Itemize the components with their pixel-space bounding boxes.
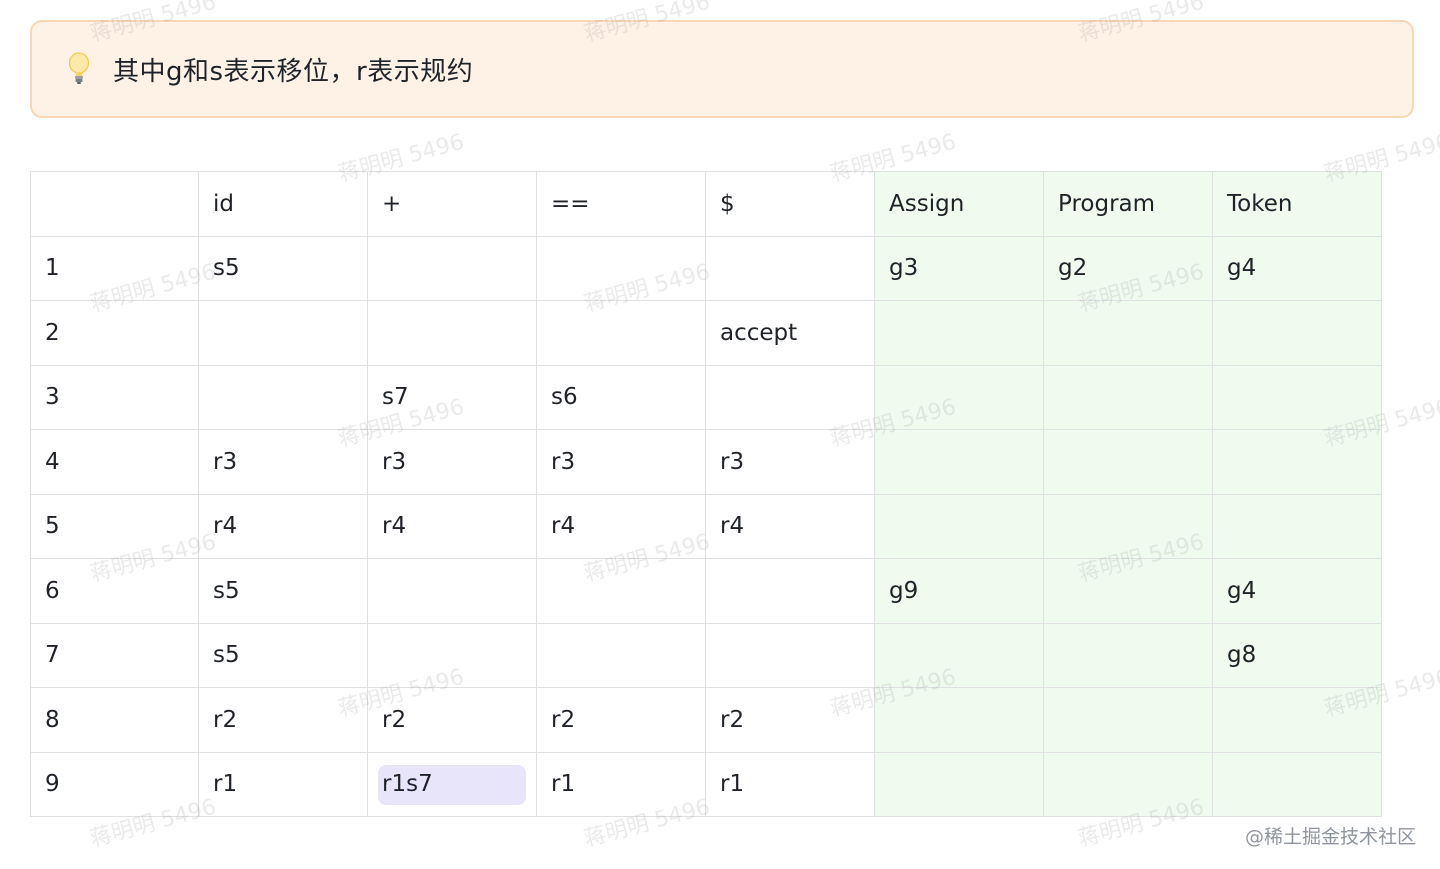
- table-cell[interactable]: r4: [705, 493, 875, 559]
- table-cell[interactable]: [705, 235, 875, 301]
- table-row: 7 s5 g8: [30, 622, 1382, 688]
- table-cell[interactable]: g4: [1212, 235, 1382, 301]
- table-cell[interactable]: r2: [198, 687, 368, 753]
- table-cell[interactable]: [874, 493, 1044, 559]
- table-cell[interactable]: [874, 622, 1044, 688]
- table-cell[interactable]: r1s7: [367, 751, 537, 817]
- table-header-cell[interactable]: +: [367, 171, 537, 237]
- table-header-cell[interactable]: Program: [1043, 171, 1213, 237]
- table-cell[interactable]: [1212, 300, 1382, 366]
- cell-text: r1s7: [382, 771, 433, 798]
- table-cell[interactable]: [874, 364, 1044, 430]
- table-row: 9 r1 r1s7 r1 r1: [30, 751, 1382, 817]
- table-cell[interactable]: [1043, 429, 1213, 495]
- table-cell[interactable]: 5: [30, 493, 199, 559]
- table-cell[interactable]: 2: [30, 300, 199, 366]
- table-cell[interactable]: 8: [30, 687, 199, 753]
- table-cell[interactable]: [1043, 751, 1213, 817]
- table-cell[interactable]: [1212, 751, 1382, 817]
- table-cell[interactable]: r2: [705, 687, 875, 753]
- page: 其中g和s表示移位，r表示规约 id + == $ Assign Program Token…: [0, 0, 1440, 869]
- table-cell[interactable]: r3: [198, 429, 368, 495]
- table-cell[interactable]: 3: [30, 364, 199, 430]
- lightbulb-icon: [65, 49, 93, 89]
- callout-text: 其中g和s表示移位，r表示规约: [113, 56, 474, 87]
- table-cell[interactable]: r1: [536, 751, 706, 817]
- table-cell[interactable]: [705, 622, 875, 688]
- table-cell[interactable]: s5: [198, 622, 368, 688]
- site-watermark: @稀土掘金技术社区: [1244, 826, 1416, 848]
- table-cell[interactable]: g2: [1043, 235, 1213, 301]
- table-cell[interactable]: [536, 235, 706, 301]
- table-cell[interactable]: r2: [367, 687, 537, 753]
- table-header-cell[interactable]: $: [705, 171, 875, 237]
- table-cell[interactable]: [1043, 687, 1213, 753]
- table-cell[interactable]: r3: [705, 429, 875, 495]
- table-cell[interactable]: [1212, 687, 1382, 753]
- table-cell[interactable]: [536, 622, 706, 688]
- table-cell[interactable]: r4: [198, 493, 368, 559]
- table-cell[interactable]: r3: [367, 429, 537, 495]
- lr-parse-table: id + == $ Assign Program Token 1 s5 g3 g2 g4 2 accept…: [30, 171, 1382, 817]
- table-header-cell[interactable]: id: [198, 171, 368, 237]
- table-header-cell[interactable]: Assign: [874, 171, 1044, 237]
- table-cell[interactable]: [367, 235, 537, 301]
- table-cell[interactable]: [1043, 622, 1213, 688]
- table-cell[interactable]: 6: [30, 558, 199, 624]
- table-cell[interactable]: [874, 300, 1044, 366]
- table-cell[interactable]: accept: [705, 300, 875, 366]
- table-header-cell[interactable]: Token: [1212, 171, 1382, 237]
- table-row: 6 s5 g9 g4: [30, 558, 1382, 624]
- table-header-cell[interactable]: ==: [536, 171, 706, 237]
- table-cell[interactable]: [1212, 429, 1382, 495]
- table-header-cell[interactable]: [30, 171, 199, 237]
- table-cell[interactable]: [198, 300, 368, 366]
- table-cell[interactable]: [198, 364, 368, 430]
- table-cell[interactable]: [367, 558, 537, 624]
- table-cell[interactable]: [874, 687, 1044, 753]
- table-cell[interactable]: 1: [30, 235, 199, 301]
- table-cell[interactable]: [874, 751, 1044, 817]
- table-cell[interactable]: [367, 622, 537, 688]
- table-row: 2 accept: [30, 300, 1382, 366]
- table-cell[interactable]: s5: [198, 558, 368, 624]
- table-cell[interactable]: [705, 558, 875, 624]
- table-cell[interactable]: g8: [1212, 622, 1382, 688]
- table-cell[interactable]: [536, 558, 706, 624]
- table-cell[interactable]: [705, 364, 875, 430]
- table-cell[interactable]: r4: [536, 493, 706, 559]
- table-cell[interactable]: [1212, 493, 1382, 559]
- table-row: 1 s5 g3 g2 g4: [30, 235, 1382, 301]
- table-cell[interactable]: r1: [705, 751, 875, 817]
- table-cell[interactable]: g9: [874, 558, 1044, 624]
- table-header-row: id + == $ Assign Program Token: [30, 171, 1382, 237]
- table-cell[interactable]: [1043, 558, 1213, 624]
- table-cell[interactable]: [1212, 364, 1382, 430]
- callout-box: 其中g和s表示移位，r表示规约: [30, 20, 1414, 118]
- table-row: 3 s7 s6: [30, 364, 1382, 430]
- table-cell[interactable]: [1043, 493, 1213, 559]
- table-cell[interactable]: [536, 300, 706, 366]
- table-cell[interactable]: s7: [367, 364, 537, 430]
- table-cell[interactable]: [1043, 300, 1213, 366]
- table-cell[interactable]: s6: [536, 364, 706, 430]
- table-cell[interactable]: 7: [30, 622, 199, 688]
- table-cell[interactable]: 4: [30, 429, 199, 495]
- table-cell[interactable]: s5: [198, 235, 368, 301]
- table-cell[interactable]: 9: [30, 751, 199, 817]
- table-cell[interactable]: [874, 429, 1044, 495]
- table-cell[interactable]: g3: [874, 235, 1044, 301]
- table-row: 8 r2 r2 r2 r2: [30, 687, 1382, 753]
- table-cell[interactable]: g4: [1212, 558, 1382, 624]
- table-row: 5 r4 r4 r4 r4: [30, 493, 1382, 559]
- table-cell[interactable]: r2: [536, 687, 706, 753]
- table-cell[interactable]: [1043, 364, 1213, 430]
- table-cell[interactable]: [367, 300, 537, 366]
- table-cell[interactable]: r3: [536, 429, 706, 495]
- table-cell[interactable]: r1: [198, 751, 368, 817]
- table-row: 4 r3 r3 r3 r3: [30, 429, 1382, 495]
- table-cell[interactable]: r4: [367, 493, 537, 559]
